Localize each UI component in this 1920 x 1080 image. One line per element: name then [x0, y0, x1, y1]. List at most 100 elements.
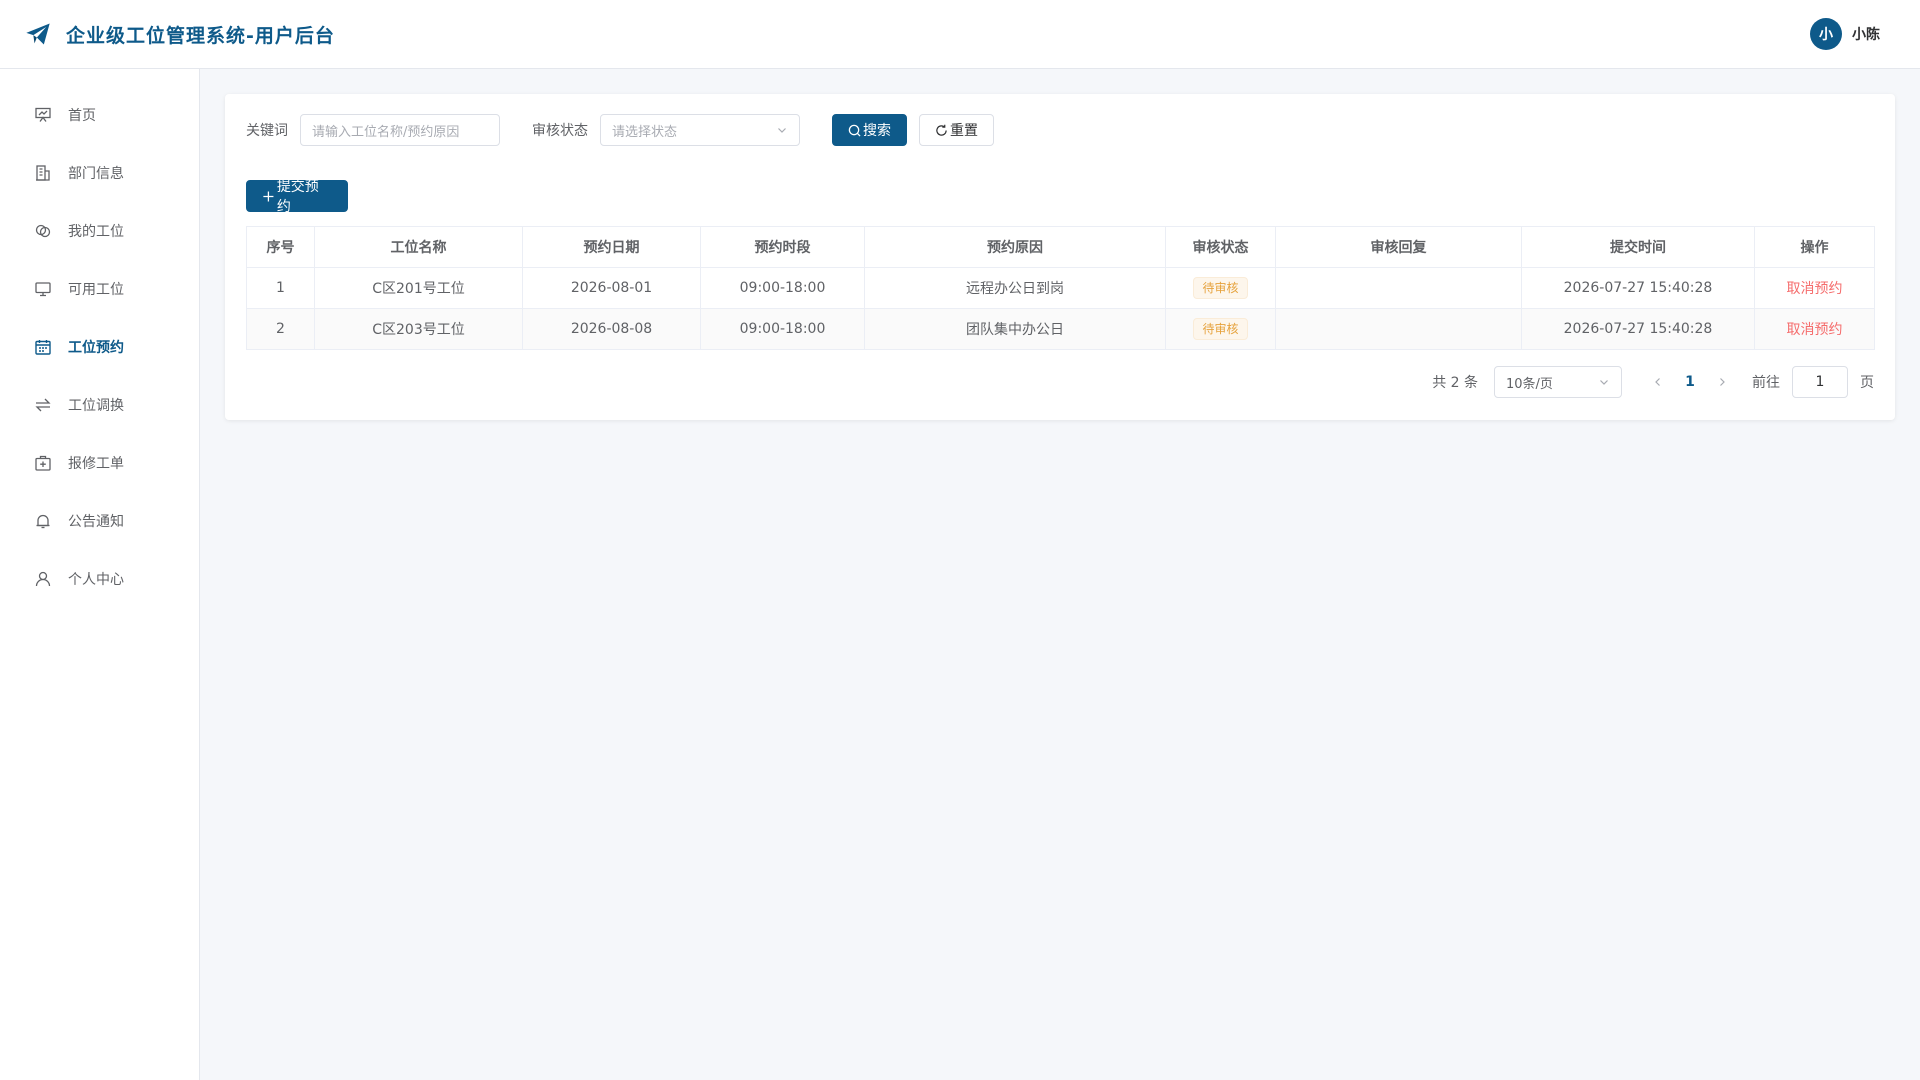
chevron-right-icon [1720, 378, 1725, 386]
search-icon [848, 124, 861, 137]
status-select[interactable]: 请选择状态 [600, 114, 800, 146]
dashboard-icon [35, 107, 51, 122]
status-badge: 待审核 [1193, 318, 1248, 340]
add-reservation-button[interactable]: 提交预约 [246, 179, 348, 215]
sidebar-item-profile[interactable]: 个人中心 [0, 550, 199, 608]
cell-name: C区201号工位 [314, 267, 523, 309]
monitor-icon [35, 282, 51, 297]
app-title: 企业级工位管理系统-用户后台 [66, 24, 335, 47]
sidebar-item-reservation[interactable]: 工位预约 [0, 318, 199, 376]
th-date: 预约日期 [522, 226, 701, 268]
cell-slot: 09:00-18:00 [700, 308, 865, 350]
user-icon [35, 571, 51, 587]
status-badge: 待审核 [1193, 277, 1248, 299]
sidebar-item-swap[interactable]: 工位调换 [0, 376, 199, 434]
sidebar-item-label: 工位预约 [68, 340, 124, 356]
sidebar-item-label: 个人中心 [68, 572, 124, 588]
search-button-label: 搜索 [863, 123, 891, 139]
cell-status: 待审核 [1165, 267, 1276, 309]
prev-page-button[interactable] [1646, 370, 1670, 394]
sidebar-item-label: 报修工单 [68, 456, 124, 472]
sidebar-item-home[interactable]: 首页 [0, 86, 199, 144]
chevron-down-icon [778, 128, 786, 133]
th-reply: 审核回复 [1275, 226, 1522, 268]
sidebar-item-label: 首页 [68, 108, 96, 124]
table-row: 1 C区201号工位 2026-08-01 09:00-18:00 远程办公日到… [246, 267, 1875, 309]
refresh-icon [936, 124, 947, 136]
page-size-select[interactable]: 10条/页 [1494, 366, 1622, 398]
next-page-button[interactable] [1710, 370, 1734, 394]
reservation-table: 序号 工位名称 预约日期 预约时段 预约原因 审核状态 审核回复 提交时间 操作… [246, 226, 1875, 350]
table-header-row: 序号 工位名称 预约日期 预约时段 预约原因 审核状态 审核回复 提交时间 操作 [246, 226, 1875, 268]
sidebar-item-notice[interactable]: 公告通知 [0, 492, 199, 550]
add-reservation-label: 提交预约 [276, 179, 319, 215]
goto-page-input[interactable]: 1 [1792, 366, 1848, 398]
search-button[interactable]: 搜索 [832, 114, 907, 146]
cell-index: 1 [246, 267, 315, 309]
plus-icon [263, 190, 274, 202]
th-slot: 预约时段 [700, 226, 865, 268]
building-icon [36, 165, 50, 181]
pagination-total: 共 2 条 [1432, 375, 1478, 391]
cell-submitted: 2026-07-27 15:40:28 [1521, 267, 1755, 309]
cell-submitted: 2026-07-27 15:40:28 [1521, 308, 1755, 350]
cell-reply [1275, 308, 1522, 350]
reservation-card: 关键词 请输入工位名称/预约原因 审核状态 请选择状态 搜索 重置 提交预约 序… [225, 94, 1895, 420]
reset-button[interactable]: 重置 [919, 114, 994, 146]
sidebar-item-available[interactable]: 可用工位 [0, 260, 199, 318]
cell-reason: 团队集中办公日 [864, 308, 1166, 350]
page-number-current[interactable]: 1 [1670, 374, 1710, 390]
paper-plane-icon [26, 23, 50, 45]
chevron-down-icon [1600, 380, 1608, 385]
chevron-left-icon [1655, 378, 1660, 386]
sidebar-item-label: 公告通知 [68, 514, 124, 530]
bell-icon [36, 514, 50, 529]
cell-reason: 远程办公日到岗 [864, 267, 1166, 309]
calendar-icon [35, 340, 51, 355]
pagination: 共 2 条 10条/页 1 前往 1 页 [246, 366, 1874, 398]
keyword-input[interactable]: 请输入工位名称/预约原因 [300, 114, 500, 146]
keyword-label: 关键词 [246, 123, 288, 139]
sidebar-item-my-station[interactable]: 我的工位 [0, 202, 199, 260]
page-size-value: 10条/页 [1506, 376, 1553, 392]
th-name: 工位名称 [314, 226, 523, 268]
sidebar-item-label: 我的工位 [68, 224, 124, 240]
user-name[interactable]: 小陈 [1852, 24, 1880, 44]
user-menu[interactable]: 小 小陈 [1810, 18, 1880, 50]
th-submitted: 提交时间 [1521, 226, 1755, 268]
link-icon [35, 224, 51, 238]
status-select-placeholder: 请选择状态 [612, 124, 678, 140]
sidebar: 首页 部门信息 我的工位 可用工位 工位预约 工位调换 报修工单 公告通知 个人… [0, 69, 200, 1080]
cell-slot: 09:00-18:00 [700, 267, 865, 309]
top-header: 企业级工位管理系统-用户后台 小 小陈 [0, 0, 1920, 69]
sidebar-item-label: 可用工位 [68, 282, 124, 298]
filter-bar: 关键词 请输入工位名称/预约原因 审核状态 请选择状态 搜索 重置 [246, 114, 1874, 146]
brand: 企业级工位管理系统-用户后台 [24, 20, 335, 48]
main-content: 关键词 请输入工位名称/预约原因 审核状态 请选择状态 搜索 重置 提交预约 序… [225, 94, 1895, 420]
cancel-reservation-button[interactable]: 取消预约 [1787, 281, 1843, 297]
cell-action: 取消预约 [1754, 267, 1875, 309]
th-action: 操作 [1754, 226, 1875, 268]
table-row: 2 C区203号工位 2026-08-08 09:00-18:00 团队集中办公… [246, 308, 1875, 350]
sidebar-item-repair[interactable]: 报修工单 [0, 434, 199, 492]
cancel-reservation-button[interactable]: 取消预约 [1787, 322, 1843, 338]
th-reason: 预约原因 [864, 226, 1166, 268]
swap-icon [35, 398, 51, 412]
cell-name: C区203号工位 [314, 308, 523, 350]
cell-status: 待审核 [1165, 308, 1276, 350]
sidebar-item-label: 部门信息 [68, 166, 124, 182]
cell-index: 2 [246, 308, 315, 350]
cell-date: 2026-08-08 [522, 308, 701, 350]
status-label: 审核状态 [532, 123, 588, 139]
th-status: 审核状态 [1165, 226, 1276, 268]
cell-reply [1275, 267, 1522, 309]
avatar[interactable]: 小 [1810, 18, 1842, 50]
sidebar-item-department[interactable]: 部门信息 [0, 144, 199, 202]
th-index: 序号 [246, 226, 315, 268]
goto-label: 前往 [1752, 375, 1780, 391]
cell-date: 2026-08-01 [522, 267, 701, 309]
sidebar-item-label: 工位调换 [68, 398, 124, 414]
first-aid-icon [35, 455, 51, 471]
page-suffix: 页 [1860, 375, 1874, 391]
cell-action: 取消预约 [1754, 308, 1875, 350]
